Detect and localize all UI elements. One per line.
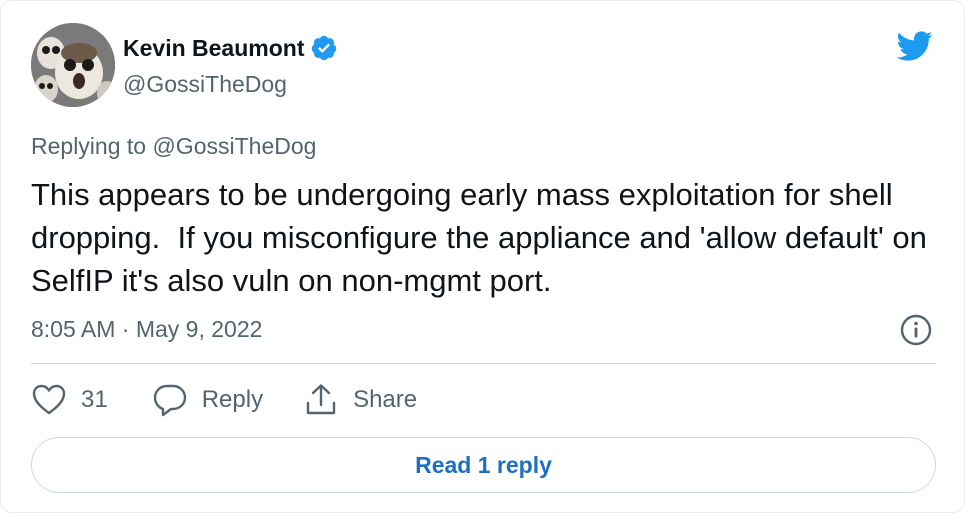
tweet-timestamp[interactable]: 8:05 AM · May 9, 2022 [31, 316, 262, 343]
verified-badge-icon [310, 34, 338, 62]
twitter-bird-icon[interactable] [891, 27, 937, 65]
tweet-actions: 31 Reply Share [31, 382, 417, 418]
like-count: 31 [81, 386, 108, 413]
info-icon[interactable] [899, 313, 933, 347]
reply-bubble-icon [153, 384, 186, 417]
tweet-card: Kevin Beaumont @GossiTheDog Replying to … [0, 0, 965, 513]
reply-button[interactable]: Reply [152, 382, 263, 418]
share-label: Share [353, 386, 418, 413]
share-upload-icon [306, 384, 336, 415]
author-avatar[interactable] [31, 23, 115, 107]
divider [31, 363, 936, 364]
replying-to: Replying to @GossiTheDog [31, 133, 317, 159]
share-button[interactable]: Share [303, 382, 417, 418]
author-name-row: Kevin Beaumont [123, 34, 338, 62]
heart-icon [32, 384, 66, 415]
tweet-text: This appears to be undergoing early mass… [31, 177, 936, 298]
reply-label: Reply [201, 386, 264, 413]
author-name[interactable]: Kevin Beaumont [123, 35, 304, 62]
porg-avatar-icon [31, 23, 115, 107]
read-replies-button[interactable]: Read 1 reply [31, 437, 936, 493]
author-handle[interactable]: @GossiTheDog [123, 71, 287, 98]
like-button[interactable]: 31 [31, 382, 108, 418]
